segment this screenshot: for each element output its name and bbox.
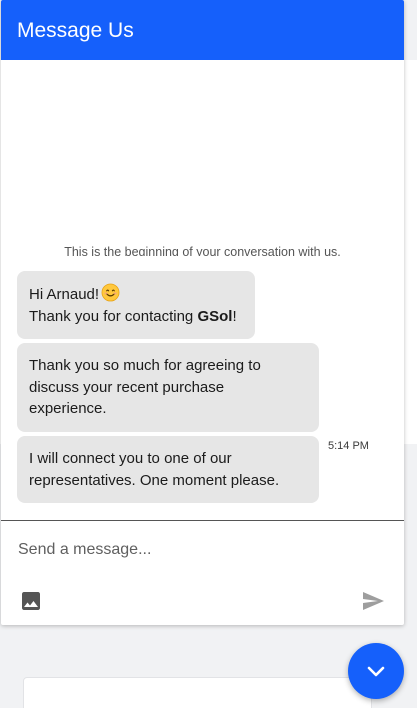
smiling-face-emoji bbox=[101, 283, 120, 302]
image-icon bbox=[22, 592, 40, 610]
send-icon bbox=[363, 592, 384, 610]
message-text: ! bbox=[232, 307, 237, 325]
chevron-down-icon bbox=[367, 666, 385, 677]
attach-image-button[interactable] bbox=[19, 589, 43, 613]
message-line: representatives. One moment please. bbox=[29, 471, 280, 489]
chat-header: Message Us bbox=[1, 0, 404, 60]
brand-name: GSol bbox=[197, 307, 233, 325]
composer-divider bbox=[1, 520, 404, 521]
message-line: Hi Arnaud! bbox=[29, 283, 243, 306]
send-button[interactable] bbox=[360, 589, 386, 613]
page-card bbox=[23, 677, 372, 708]
minimize-chat-button[interactable] bbox=[348, 643, 404, 699]
message-line: experience. bbox=[29, 400, 107, 417]
chat-title: Message Us bbox=[17, 19, 134, 42]
message-bubble: Thank you so much for agreeing to discus… bbox=[17, 343, 319, 432]
message-timestamp: 5:14 PM bbox=[328, 440, 369, 452]
message-line: discuss your recent purchase bbox=[29, 378, 225, 396]
message-line: Thank you so much for agreeing to bbox=[29, 357, 261, 374]
message-text: Thank you for contacting bbox=[29, 307, 198, 325]
greeting-text: Hi Arnaud! bbox=[29, 286, 100, 303]
message-line: Thank you for contacting GSol! bbox=[29, 306, 243, 328]
conversation-start-notice: This is the beginning of your conversati… bbox=[64, 245, 341, 256]
chat-widget: Message Us This is the beginning of your… bbox=[1, 0, 404, 625]
message-input[interactable] bbox=[18, 538, 388, 562]
message-line: I will connect you to one of our bbox=[29, 450, 232, 467]
message-bubble: Hi Arnaud! Thank you for contacting GSol… bbox=[17, 271, 255, 339]
message-bubble: I will connect you to one of our represe… bbox=[17, 436, 319, 503]
